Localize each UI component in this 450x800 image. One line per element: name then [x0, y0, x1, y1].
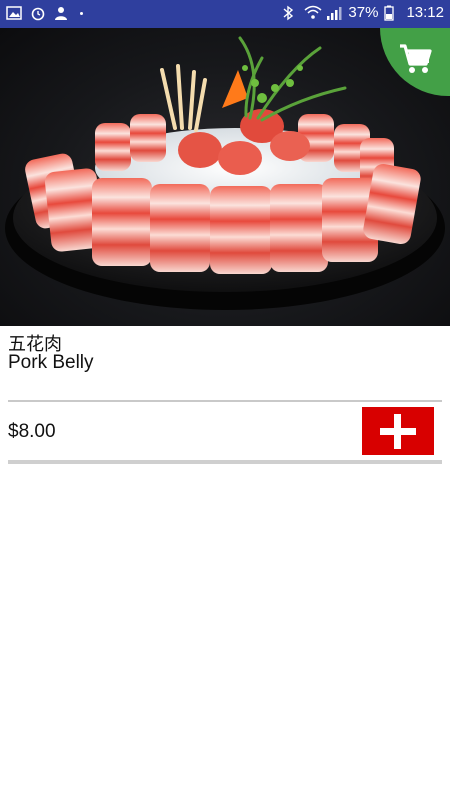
pork-belly-plate-illustration: [5, 36, 445, 310]
wifi-icon: [304, 5, 322, 21]
image-icon: [6, 5, 22, 21]
status-bar-left: [6, 5, 83, 21]
add-to-cart-button[interactable]: [362, 407, 434, 455]
battery-icon: [384, 5, 400, 21]
battery-percent: 37%: [348, 4, 379, 21]
alarm-icon: [30, 5, 46, 21]
status-time: 13:12: [406, 4, 444, 21]
status-bar: 37% 13:12: [0, 0, 450, 28]
product-image: [0, 28, 450, 326]
signal-icon: [326, 5, 342, 21]
status-bar-right: 37% 13:12: [282, 4, 444, 21]
product-name-english: Pork Belly: [8, 352, 94, 373]
shopping-cart-icon: [400, 44, 432, 73]
notification-dot-icon: [80, 11, 83, 15]
divider: [8, 400, 442, 402]
bluetooth-icon: [282, 5, 298, 21]
plus-icon-vertical: [394, 414, 401, 449]
product-price: $8.00: [8, 421, 56, 442]
divider-bottom: [8, 460, 442, 464]
user-icon: [54, 5, 70, 21]
